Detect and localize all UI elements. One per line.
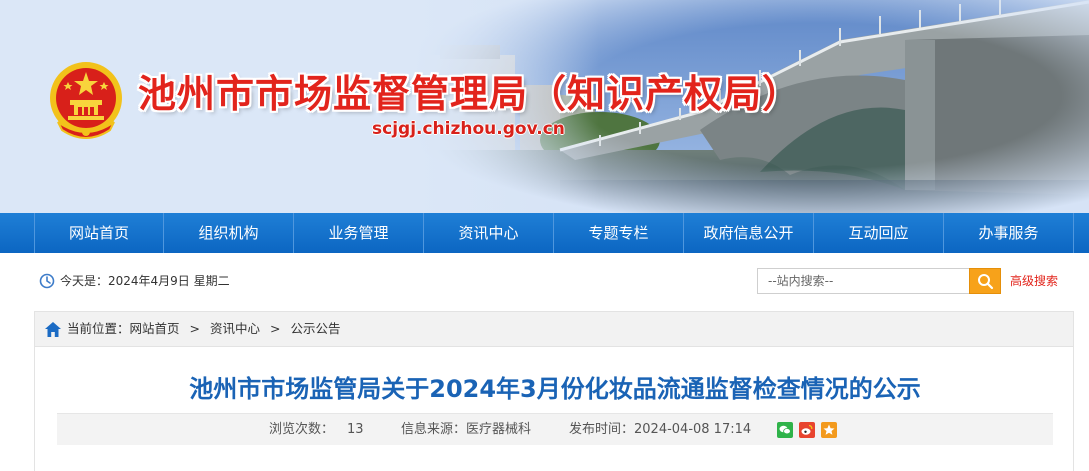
- main-nav: 网站首页 组织机构 业务管理 资讯中心 专题专栏 政府信息公开 互动回应 办事服…: [0, 213, 1089, 253]
- nav-item-organization[interactable]: 组织机构: [164, 213, 294, 253]
- home-icon: [45, 322, 61, 337]
- article-title: 池州市市场监管局关于2024年3月份化妆品流通监督检查情况的公示: [189, 375, 921, 403]
- site-title: 池州市市场监督管理局（知识产权局）: [138, 72, 802, 116]
- site-search-input[interactable]: [757, 268, 970, 294]
- weibo-icon[interactable]: [799, 422, 815, 438]
- today-date: 今天是：2024年4月9日 星期二: [60, 274, 230, 288]
- breadcrumb-news[interactable]: 资讯中心: [210, 312, 260, 346]
- article-source: 信息来源：医疗器械科: [401, 422, 532, 437]
- search-icon: [978, 274, 994, 290]
- nav-item-business[interactable]: 业务管理: [294, 213, 424, 253]
- nav-item-news[interactable]: 资讯中心: [424, 213, 554, 253]
- site-domain: scjgj.chizhou.gov.cn: [372, 119, 565, 139]
- clock-icon: [39, 273, 55, 289]
- wechat-icon[interactable]: [777, 422, 793, 438]
- breadcrumb-announcements[interactable]: 公示公告: [291, 312, 341, 346]
- nav-item-home[interactable]: 网站首页: [34, 213, 164, 253]
- national-emblem-icon: [50, 62, 122, 139]
- publish-time: 发布时间：2024-04-08 17:14: [569, 422, 752, 437]
- article-container: 池州市市场监管局关于2024年3月份化妆品流通监督检查情况的公示 浏览次数： 1…: [34, 347, 1074, 471]
- nav-item-services[interactable]: 办事服务: [944, 213, 1074, 253]
- breadcrumb-home[interactable]: 网站首页: [130, 312, 180, 346]
- views-label: 浏览次数：: [269, 422, 335, 437]
- favorite-icon[interactable]: [821, 422, 837, 438]
- breadcrumb-separator: >: [270, 321, 281, 336]
- site-banner: 池州市市场监督管理局（知识产权局） scjgj.chizhou.gov.cn: [0, 0, 1089, 213]
- search-button[interactable]: [969, 268, 1001, 294]
- breadcrumb-label: 当前位置：: [67, 321, 130, 336]
- nav-item-interaction[interactable]: 互动回应: [814, 213, 944, 253]
- breadcrumb: 当前位置： 网站首页 > 资讯中心 > 公示公告: [34, 311, 1074, 347]
- info-bar: 今天是：2024年4月9日 星期二 高级搜索: [34, 262, 1074, 300]
- article-meta: 浏览次数： 13 信息来源：医疗器械科 发布时间：2024-04-08 17:1…: [57, 413, 1053, 445]
- breadcrumb-separator: >: [189, 321, 201, 336]
- views-count: 13: [347, 422, 364, 437]
- nav-item-gov-info[interactable]: 政府信息公开: [684, 213, 814, 253]
- nav-item-topics[interactable]: 专题专栏: [554, 213, 684, 253]
- advanced-search-link[interactable]: 高级搜索: [1010, 271, 1058, 291]
